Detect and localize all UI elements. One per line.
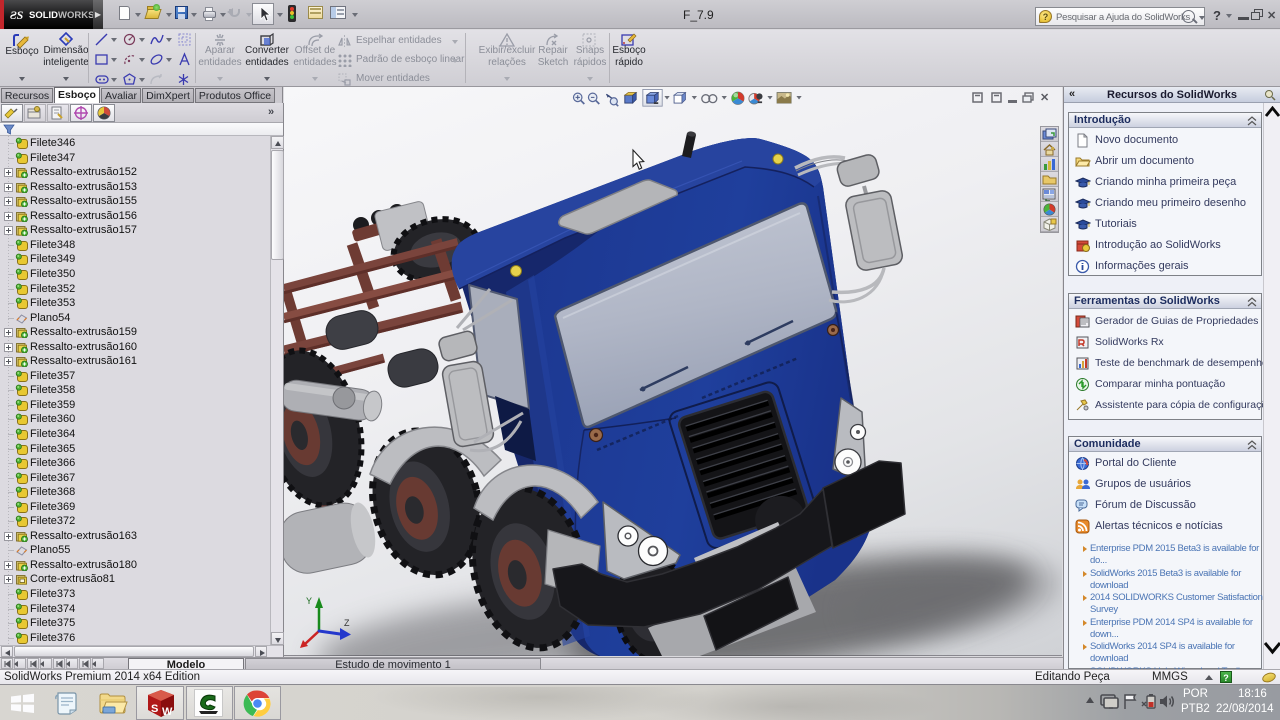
svg-text:W: W (162, 706, 173, 718)
svg-text:S: S (151, 703, 158, 715)
svg-text:Z: Z (344, 618, 350, 628)
svg-text:Y: Y (306, 596, 312, 606)
